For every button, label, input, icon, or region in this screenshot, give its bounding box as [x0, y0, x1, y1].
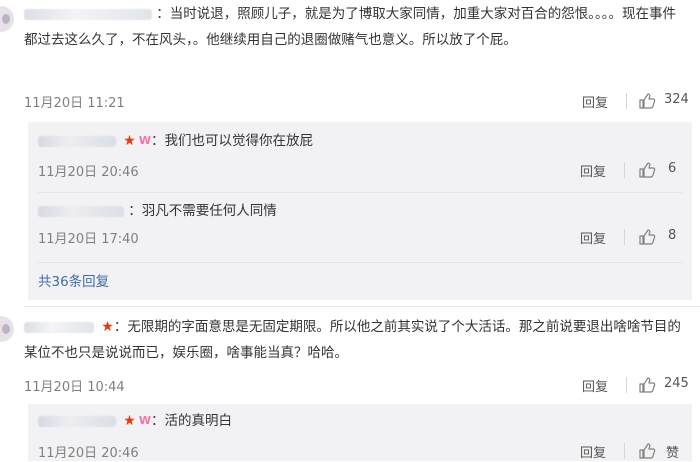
- comment-username[interactable]: [24, 6, 156, 22]
- like-count: 8: [668, 228, 677, 243]
- comment-time: 11月20日 10:44: [24, 380, 125, 395]
- reply-item: ★ W：我们也可以觉得你在放屁 11月20日 20:46 回复 6: [28, 122, 692, 190]
- divider: [24, 306, 700, 307]
- reply-text: ：我们也可以觉得你在放屁: [151, 133, 313, 149]
- reply-text: ：活的真明白: [151, 413, 232, 429]
- divider: [624, 229, 625, 245]
- reply-button[interactable]: 回复: [580, 228, 606, 247]
- divider: [624, 443, 625, 459]
- reply-button[interactable]: 回复: [580, 442, 606, 461]
- vip-badge-icon: W: [138, 414, 151, 427]
- reply-item: ★ W：活的真明白 11月20日 20:46 回复 赞: [28, 404, 692, 461]
- comment-content: ★：无限期的字面意思是无固定期限。所以他之前其实说了个大活话。那之前说要退出啥啥…: [24, 314, 688, 366]
- reply-box: ★ W：活的真明白 11月20日 20:46 回复 赞: [28, 404, 692, 461]
- reply-time: 11月20日 20:46: [38, 446, 139, 461]
- reply-username[interactable]: [38, 413, 120, 429]
- like-count: 245: [664, 376, 689, 391]
- reply-button[interactable]: 回复: [582, 376, 608, 395]
- reply-meta: 11月20日 20:46 回复 赞: [38, 442, 692, 462]
- blurred-username: [38, 415, 116, 427]
- thumb-up-icon[interactable]: [638, 228, 656, 246]
- reply-username[interactable]: [38, 133, 120, 149]
- thumb-up-icon[interactable]: [638, 376, 656, 394]
- reply-meta: 11月20日 17:40 回复 8: [38, 228, 692, 248]
- divider: [624, 162, 625, 178]
- vip-badge-icon: W: [138, 134, 151, 147]
- star-icon: ★: [101, 319, 114, 335]
- divider: [38, 262, 682, 263]
- more-replies-link[interactable]: 共36条回复: [38, 270, 109, 290]
- thumb-up-icon[interactable]: [638, 92, 656, 110]
- reply-content: ：羽凡不需要任何人同情: [38, 198, 682, 224]
- thumb-up-icon[interactable]: [638, 161, 656, 179]
- comment-username[interactable]: [24, 319, 98, 335]
- blurred-username: [24, 8, 152, 20]
- thumb-up-icon[interactable]: [638, 442, 656, 460]
- reply-content: ★ W：我们也可以觉得你在放屁: [38, 128, 682, 154]
- like-count: 赞: [666, 446, 680, 461]
- reply-button[interactable]: 回复: [582, 92, 608, 111]
- reply-button[interactable]: 回复: [580, 161, 606, 180]
- comment-item: ：当时说退，照顾儿子，就是为了博取大家同情，加重大家对百合的怨恨。。。。现在事件…: [0, 0, 700, 300]
- blurred-username: [38, 135, 116, 147]
- star-icon: ★: [123, 133, 136, 149]
- reply-time: 11月20日 17:40: [38, 232, 139, 247]
- comment-time: 11月20日 11:21: [24, 96, 125, 111]
- reply-box: ★ W：我们也可以觉得你在放屁 11月20日 20:46 回复 6 ：羽凡不需要任…: [28, 122, 692, 300]
- divider: [38, 192, 682, 193]
- like-count: 6: [668, 161, 677, 176]
- divider: [626, 93, 627, 109]
- star-icon: ★: [123, 413, 136, 429]
- blurred-username: [38, 205, 124, 217]
- like-count: 324: [664, 92, 689, 107]
- divider: [626, 377, 627, 393]
- comment-meta: 11月20日 10:44 回复 245: [24, 376, 700, 396]
- reply-meta: 11月20日 20:46 回复 6: [38, 161, 692, 181]
- reply-text: ：羽凡不需要任何人同情: [128, 203, 277, 219]
- avatar[interactable]: [0, 316, 14, 342]
- reply-username[interactable]: [38, 203, 128, 219]
- comment-item: ★：无限期的字面意思是无固定期限。所以他之前其实说了个大活话。那之前说要退出啥啥…: [0, 312, 700, 461]
- reply-content: ★ W：活的真明白: [38, 408, 682, 434]
- comment-text: ：无限期的字面意思是无固定期限。所以他之前其实说了个大活话。那之前说要退出啥啥节…: [24, 319, 681, 361]
- blurred-username: [24, 321, 94, 333]
- comment-meta: 11月20日 11:21 回复 324: [24, 92, 700, 112]
- reply-item: ：羽凡不需要任何人同情 11月20日 17:40 回复 8: [28, 194, 692, 256]
- avatar[interactable]: [0, 6, 14, 32]
- reply-time: 11月20日 20:46: [38, 165, 139, 180]
- comment-content: ：当时说退，照顾儿子，就是为了博取大家同情，加重大家对百合的怨恨。。。。现在事件…: [24, 1, 688, 53]
